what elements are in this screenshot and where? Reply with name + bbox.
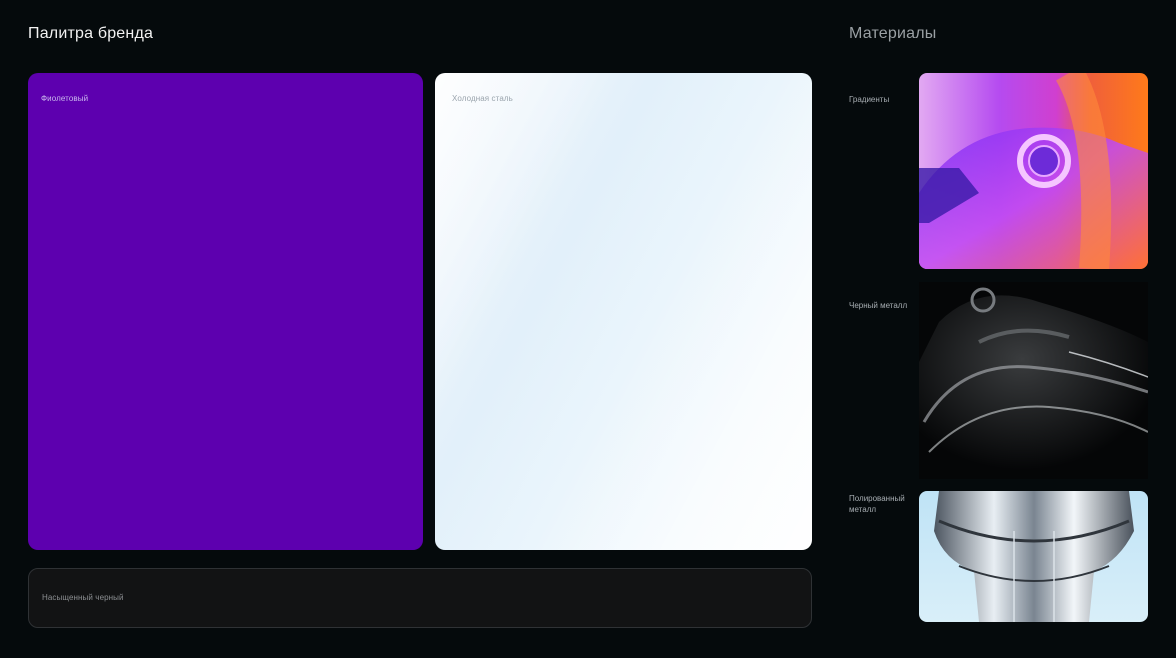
material-polished-metal-label: Полированный металл — [849, 494, 905, 514]
swatch-rich-black: Насыщенный черный — [28, 568, 812, 628]
material-black-metal-label: Черный металл — [849, 301, 908, 310]
swatch-violet: Фиолетовый — [28, 73, 423, 550]
material-gradients-label: Градиенты — [849, 95, 890, 104]
materials-title: Материалы — [849, 25, 937, 42]
material-polished-metal-image — [919, 491, 1148, 622]
brand-palette-title: Палитра бренда — [28, 25, 154, 42]
swatch-cold-steel-label: Холодная сталь — [452, 94, 513, 103]
swatch-cold-steel: Холодная сталь — [435, 73, 812, 550]
material-black-metal-image — [919, 282, 1148, 479]
swatch-violet-label: Фиолетовый — [41, 94, 89, 103]
swatch-rich-black-label: Насыщенный черный — [42, 593, 124, 602]
material-gradients-image — [919, 73, 1148, 269]
